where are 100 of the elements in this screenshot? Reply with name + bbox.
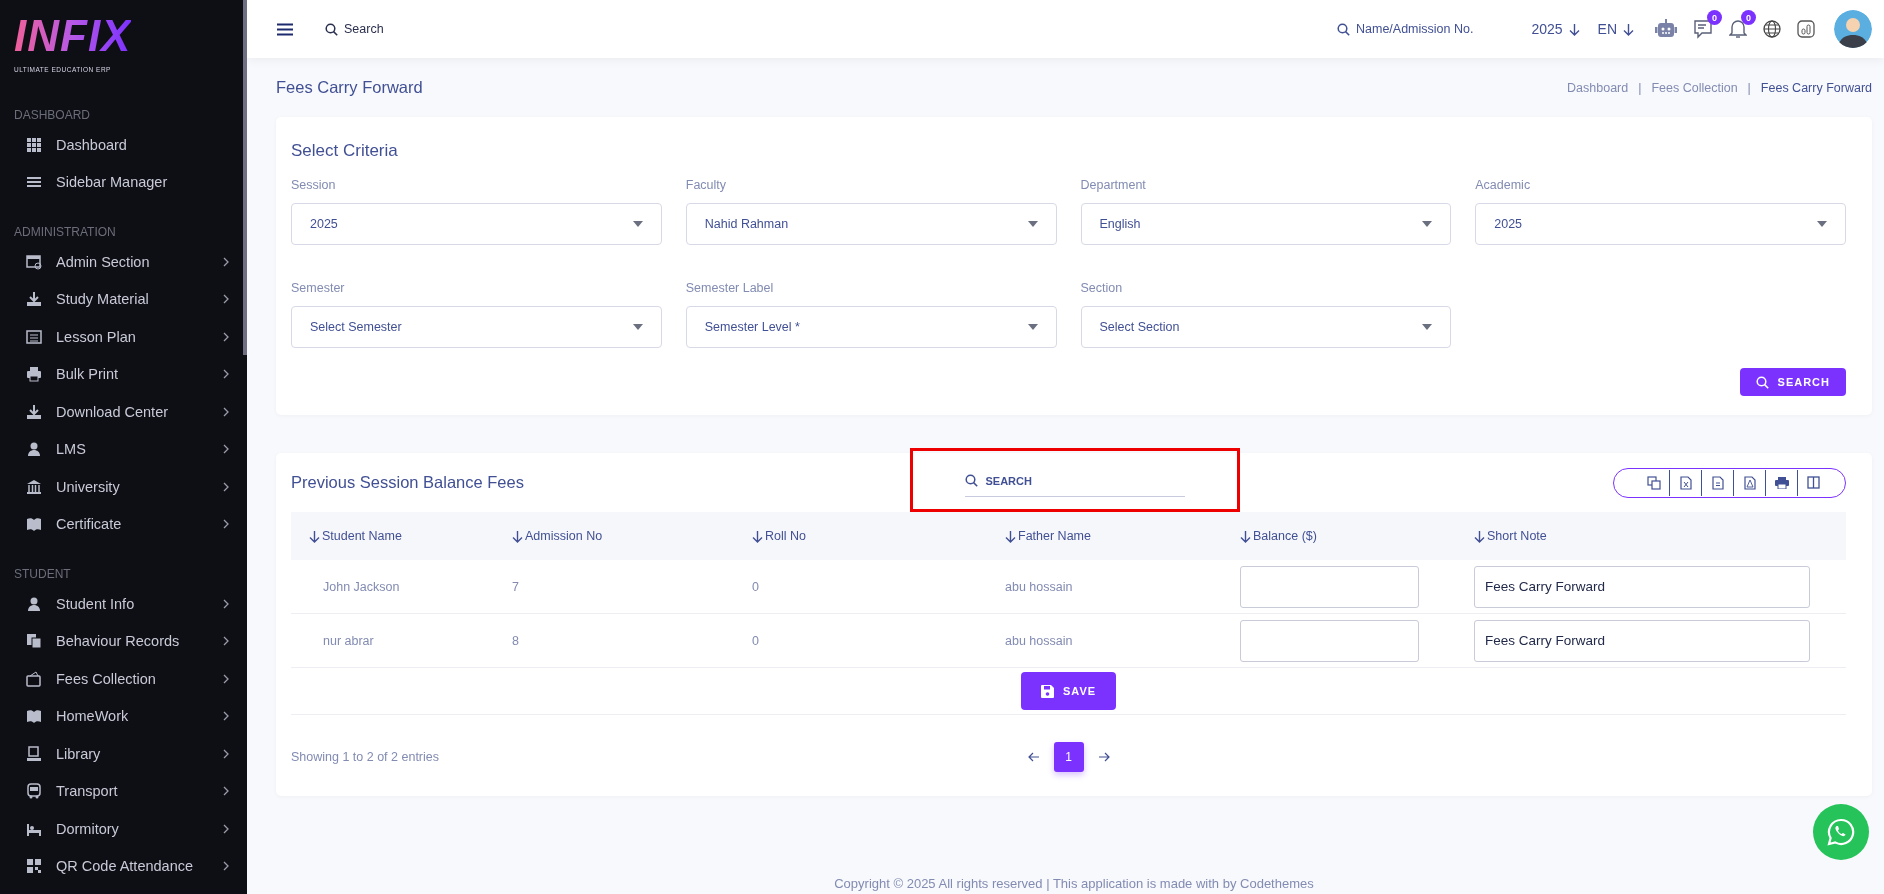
document-icon[interactable] (1711, 475, 1724, 490)
printer-icon (26, 366, 42, 383)
field-label: Section (1080, 281, 1124, 295)
column-header[interactable]: Roll No (765, 529, 806, 543)
caret-icon (632, 221, 643, 227)
grid-icon (26, 136, 42, 153)
table-cell: nur abrar (323, 633, 374, 648)
caret-icon (632, 324, 643, 330)
select-field[interactable]: Nahid Rahman (685, 203, 1057, 245)
field-label: Faculty (685, 178, 728, 192)
table-cell: John Jackson (323, 579, 400, 594)
pdf-icon[interactable] (1743, 475, 1756, 490)
arrow-down-icon (309, 529, 320, 543)
select-field[interactable]: Select Section (1080, 306, 1452, 348)
sidebar-item[interactable]: Bulk Print (0, 355, 247, 393)
chart-icon[interactable] (1797, 20, 1815, 38)
year-dropdown[interactable]: 2025 (1531, 21, 1580, 37)
student-search-field[interactable]: Name/Admission No. (1337, 22, 1474, 36)
page-button[interactable]: 1 (1053, 742, 1084, 772)
select-field[interactable]: Select Semester (291, 306, 662, 348)
short-note-input[interactable]: Fees Carry Forward (1474, 565, 1810, 608)
breadcrumb-separator: | (1747, 80, 1751, 95)
card-title: Previous Session Balance Fees (291, 473, 525, 492)
select-field[interactable]: 2025 (291, 203, 662, 245)
notification-count-badge: 0 (1741, 10, 1756, 25)
sidebar-item[interactable]: HomeWork (0, 697, 247, 735)
bank-icon (26, 478, 42, 495)
column-header[interactable]: Admission No (525, 529, 603, 543)
sidebar-item[interactable]: Study Material (0, 280, 247, 318)
sidebar-item[interactable]: Transport (0, 772, 247, 810)
download-icon (26, 403, 42, 420)
caret-icon (1422, 324, 1433, 330)
select-field[interactable]: Semester Level * (685, 306, 1057, 348)
arrow-left-icon[interactable] (1027, 752, 1040, 762)
sidebar-item[interactable]: Dashboard (0, 126, 247, 164)
column-header[interactable]: Student Name (322, 529, 402, 543)
search-icon (1337, 22, 1350, 36)
menu-icon[interactable] (277, 22, 293, 36)
files-icon (26, 633, 42, 650)
balance-input[interactable] (1240, 619, 1419, 662)
sidebar-item[interactable]: QR Code Attendance (0, 847, 247, 885)
qr-icon (26, 858, 42, 875)
sidebar-item[interactable]: Dormitory (0, 810, 247, 848)
field-label: Department (1080, 178, 1147, 192)
globe-icon[interactable] (1763, 20, 1781, 38)
copy-icon[interactable] (1646, 475, 1661, 490)
bus-icon (26, 783, 42, 800)
arrow-down-icon (1568, 22, 1580, 36)
column-header[interactable]: Short Note (1487, 529, 1547, 543)
short-note-input[interactable]: Fees Carry Forward (1474, 619, 1810, 662)
select-field[interactable]: English (1080, 203, 1452, 245)
field-label: Semester (291, 281, 346, 295)
select-field[interactable]: 2025 (1475, 203, 1846, 245)
section-heading: STUDENT (14, 567, 71, 581)
table-cell: 8 (512, 633, 519, 648)
columns-icon[interactable] (1807, 476, 1820, 489)
sidebar-item[interactable]: Student Info (0, 585, 247, 623)
phone-bubble-icon (1827, 818, 1855, 846)
sidebar-item[interactable]: Behaviour Records (0, 622, 247, 660)
search-icon (964, 474, 978, 487)
search-field[interactable]: SEARCH (964, 468, 1185, 497)
download-icon (26, 291, 42, 308)
sidebar-item[interactable]: Certificate (0, 505, 247, 543)
language-dropdown[interactable]: EN (1597, 21, 1634, 37)
sidebar-item[interactable]: Admin Section (0, 243, 247, 281)
card-title: Select Criteria (291, 141, 399, 161)
caret-icon (1027, 221, 1038, 227)
arrow-down-icon (1623, 22, 1634, 36)
bell-icon[interactable] (1729, 19, 1747, 39)
sidebar-item[interactable]: LMS (0, 430, 247, 468)
search-icon (325, 22, 338, 36)
avatar[interactable] (1834, 10, 1872, 48)
message-count-badge: 0 (1707, 10, 1722, 25)
printer-icon[interactable] (1774, 476, 1789, 489)
document-icon (26, 328, 42, 345)
column-header[interactable]: Balance ($) (1253, 529, 1317, 543)
column-header[interactable]: Father Name (1018, 529, 1091, 543)
sidebar-item[interactable]: Library (0, 735, 247, 773)
sidebar-item[interactable]: Lesson Plan (0, 318, 247, 356)
search-button[interactable]: SEARCH (1739, 368, 1846, 396)
robot-icon[interactable] (1655, 19, 1677, 39)
caret-icon (1817, 221, 1827, 227)
balance-input[interactable] (1240, 565, 1419, 608)
spreadsheet-icon[interactable] (1679, 475, 1692, 490)
breadcrumb-link[interactable]: Fees Carry Forward (1760, 80, 1872, 95)
copyright-text: Copyright © 2025 All rights reserved | This application is made with by Codethemes (834, 876, 1314, 891)
sidebar-item[interactable]: Download Center (0, 393, 247, 431)
sidebar-item[interactable]: Sidebar Manager (0, 163, 247, 201)
person-icon (26, 441, 42, 458)
field-label: Semester Label (685, 281, 775, 295)
chat-icon[interactable] (1693, 19, 1713, 39)
sidebar-item[interactable]: Fees Collection (0, 660, 247, 698)
table-cell: 7 (512, 579, 519, 594)
search-field[interactable]: Search (325, 22, 384, 36)
sidebar-item[interactable]: University (0, 468, 247, 506)
arrow-down-icon (512, 529, 523, 543)
scrollbar[interactable] (243, 0, 247, 355)
save-button[interactable]: SAVE (1020, 672, 1117, 710)
arrow-right-icon[interactable] (1097, 752, 1110, 762)
caret-icon (1027, 324, 1038, 330)
